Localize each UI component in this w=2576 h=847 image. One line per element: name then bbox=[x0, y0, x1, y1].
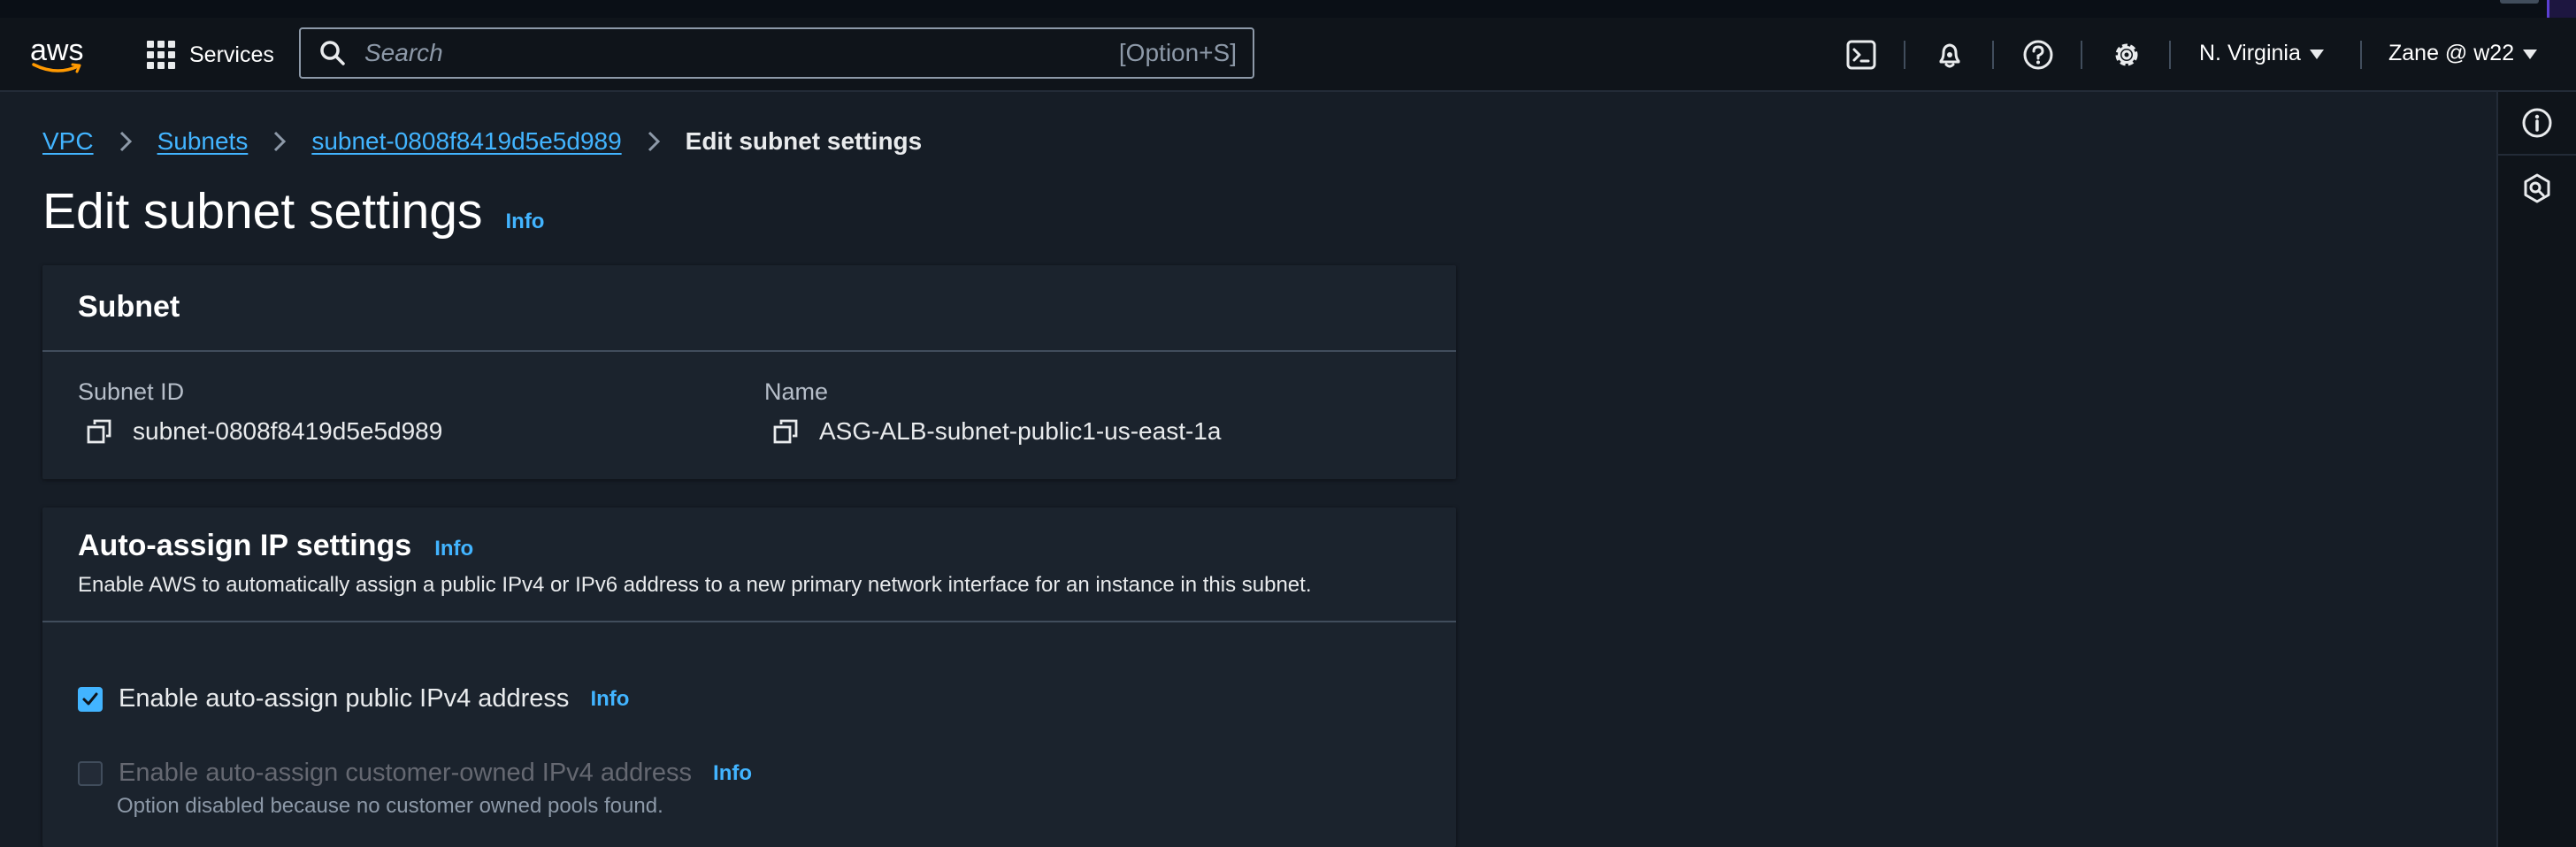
breadcrumb: VPC Subnets subnet-0808f8419d5e5d989 Edi… bbox=[42, 124, 922, 159]
services-menu-button[interactable]: Services bbox=[147, 35, 274, 74]
nav-divider bbox=[2169, 41, 2171, 69]
rail-divider bbox=[2498, 154, 2576, 156]
option-public-ipv4: Enable auto-assign public IPv4 address I… bbox=[78, 684, 629, 713]
page-title: Edit subnet settings bbox=[42, 183, 483, 240]
account-menu[interactable]: Zane @ w22 bbox=[2388, 41, 2538, 66]
account-label: Zane @ w22 bbox=[2388, 41, 2515, 65]
name-text: ASG-ALB-subnet-public1-us-east-1a bbox=[819, 417, 1222, 445]
services-grid-icon bbox=[147, 41, 175, 69]
public-ipv4-checkbox[interactable] bbox=[78, 686, 103, 712]
nav-divider bbox=[1904, 41, 1905, 69]
subnet-id-label: Subnet ID bbox=[78, 378, 185, 405]
breadcrumb-vpc[interactable]: VPC bbox=[42, 127, 94, 156]
chevron-right-icon bbox=[111, 127, 140, 156]
search-input[interactable] bbox=[363, 38, 1119, 68]
option-customer-owned-ipv4: Enable auto-assign customer-owned IPv4 a… bbox=[78, 759, 752, 788]
auto-assign-ip-panel: Auto-assign IP settings Info Enable AWS … bbox=[42, 507, 1456, 847]
caret-down-icon bbox=[2309, 50, 2324, 59]
subnet-id-value: subnet-0808f8419d5e5d989 bbox=[87, 417, 442, 446]
public-ipv4-label[interactable]: Enable auto-assign public IPv4 address bbox=[119, 684, 569, 713]
info-panel-icon[interactable] bbox=[2518, 103, 2557, 142]
auto-assign-info-link[interactable]: Info bbox=[434, 537, 473, 561]
name-value: ASG-ALB-subnet-public1-us-east-1a bbox=[773, 417, 1221, 446]
breadcrumb-current: Edit subnet settings bbox=[685, 127, 923, 155]
window-edge bbox=[2547, 0, 2576, 18]
breadcrumb-subnet-id[interactable]: subnet-0808f8419d5e5d989 bbox=[311, 127, 621, 156]
bell-icon[interactable] bbox=[1932, 37, 1967, 72]
aws-smile-icon bbox=[32, 63, 81, 73]
browser-top-strip bbox=[0, 0, 2576, 18]
subnet-panel-title: Subnet bbox=[78, 290, 180, 324]
nav-divider bbox=[2081, 41, 2082, 69]
auto-assign-description: Enable AWS to automatically assign a pub… bbox=[78, 573, 1312, 597]
customer-owned-disabled-note: Option disabled because no customer owne… bbox=[117, 794, 663, 818]
top-navbar: aws Services [Option+S] bbox=[0, 18, 2576, 92]
auto-assign-panel-title: Auto-assign IP settings bbox=[78, 529, 412, 562]
page-info-link[interactable]: Info bbox=[505, 210, 544, 234]
subnet-panel-header: Subnet bbox=[42, 265, 1456, 352]
gear-icon[interactable] bbox=[2109, 37, 2144, 72]
copy-icon[interactable] bbox=[773, 419, 798, 444]
auto-assign-panel-header: Auto-assign IP settings Info Enable AWS … bbox=[42, 507, 1456, 622]
customer-owned-ipv4-checkbox bbox=[78, 760, 103, 786]
subnet-id-text: subnet-0808f8419d5e5d989 bbox=[133, 417, 443, 445]
nav-divider bbox=[1992, 41, 1994, 69]
cloudshell-icon[interactable] bbox=[1844, 37, 1879, 72]
support-assistant-icon[interactable] bbox=[2518, 169, 2557, 208]
auto-assign-title-row: Auto-assign IP settings Info bbox=[78, 529, 473, 563]
caret-down-icon bbox=[2523, 50, 2538, 59]
chevron-right-icon bbox=[640, 127, 668, 156]
region-label: N. Virginia bbox=[2199, 41, 2301, 65]
help-icon[interactable] bbox=[2020, 37, 2056, 72]
right-side-rail bbox=[2496, 92, 2576, 847]
subnet-panel: Subnet Subnet ID subnet-0808f8419d5e5d98… bbox=[42, 265, 1456, 479]
page-header: Edit subnet settings Info bbox=[42, 182, 544, 240]
aws-logo[interactable]: aws bbox=[30, 34, 88, 76]
services-label: Services bbox=[189, 42, 274, 67]
chevron-right-icon bbox=[265, 127, 294, 156]
copy-icon[interactable] bbox=[87, 419, 111, 444]
customer-owned-ipv4-info-link[interactable]: Info bbox=[713, 761, 752, 786]
window-handle bbox=[2500, 0, 2539, 4]
name-label: Name bbox=[764, 378, 829, 405]
nav-divider bbox=[2360, 41, 2362, 69]
search-box[interactable]: [Option+S] bbox=[299, 27, 1254, 79]
search-shortcut-hint: [Option+S] bbox=[1118, 39, 1237, 66]
checkmark-icon bbox=[82, 692, 98, 705]
public-ipv4-info-link[interactable]: Info bbox=[590, 687, 629, 712]
customer-owned-ipv4-label: Enable auto-assign customer-owned IPv4 a… bbox=[119, 759, 693, 787]
search-icon bbox=[320, 41, 345, 65]
breadcrumb-subnets[interactable]: Subnets bbox=[157, 127, 249, 156]
region-selector[interactable]: N. Virginia bbox=[2199, 41, 2324, 66]
